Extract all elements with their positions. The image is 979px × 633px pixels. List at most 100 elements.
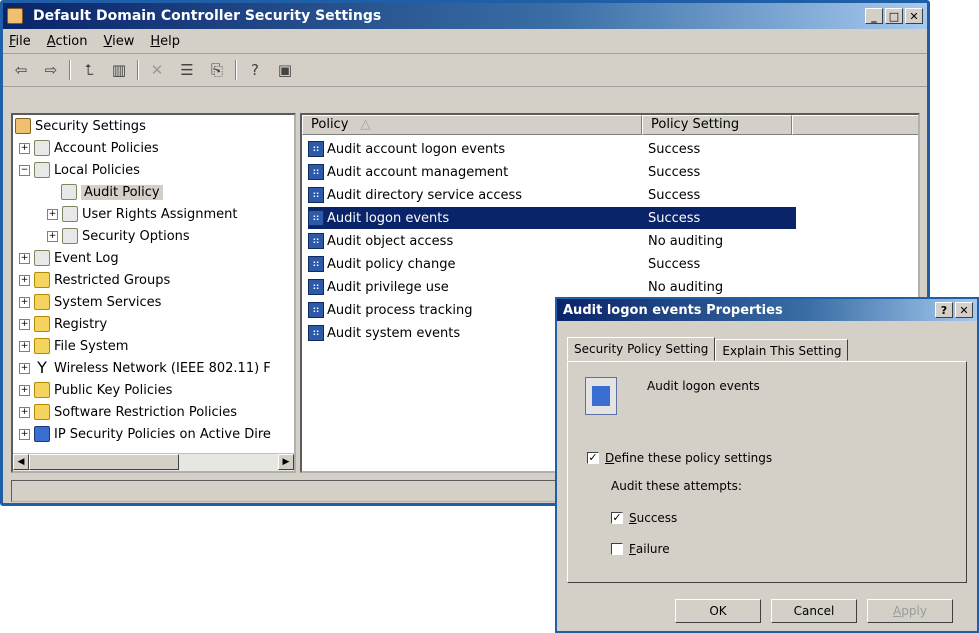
table-row-selected[interactable]: :: Audit logon events Success: [308, 207, 796, 229]
expand-icon[interactable]: +: [47, 230, 58, 242]
security-settings-icon: [7, 8, 23, 24]
tree-item-file-system[interactable]: + File System: [19, 335, 128, 357]
table-row[interactable]: :: Audit account logon events Success: [308, 138, 796, 160]
audit-policy-icon: ::: [308, 164, 324, 180]
expand-icon[interactable]: +: [19, 340, 30, 352]
scroll-right-arrow-icon[interactable]: ▶: [278, 454, 294, 470]
define-policy-checkbox-row[interactable]: ✓ Define these policy settings: [587, 451, 772, 465]
collapse-icon[interactable]: −: [19, 164, 30, 176]
tree-item-security-options[interactable]: + Security Options: [47, 225, 190, 247]
audit-policy-icon: ::: [308, 256, 324, 272]
window-title: Default Domain Controller Security Setti…: [33, 8, 382, 24]
tree-item-account-policies[interactable]: + Account Policies: [19, 137, 159, 159]
table-row[interactable]: :: Audit privilege use No auditing: [308, 276, 796, 298]
expand-icon[interactable]: +: [19, 274, 30, 286]
expand-icon[interactable]: +: [19, 142, 30, 154]
ok-button[interactable]: OK: [675, 599, 761, 623]
back-arrow-icon[interactable]: ⇦: [9, 59, 33, 81]
policy-document-icon: [585, 377, 617, 415]
cancel-button[interactable]: Cancel: [771, 599, 857, 623]
expand-icon[interactable]: +: [19, 296, 30, 308]
scroll-left-arrow-icon[interactable]: ◀: [13, 454, 29, 470]
action-pane-icon[interactable]: ▣: [273, 59, 297, 81]
success-checkbox-row[interactable]: ✓ Success: [611, 511, 677, 525]
close-button[interactable]: ✕: [905, 8, 923, 24]
tab-security-policy-setting[interactable]: Security Policy Setting: [567, 337, 716, 361]
tree-item-restricted-groups[interactable]: + Restricted Groups: [19, 269, 170, 291]
menu-file[interactable]: File: [9, 34, 31, 49]
help-button[interactable]: ?: [935, 302, 953, 318]
dialog-title: Audit logon events Properties: [563, 302, 783, 318]
toolbar: ⇦ ⇨ ⮤ ▥ ✕ ☰ ⎘ ? ▣: [3, 54, 927, 87]
help-icon[interactable]: ?: [243, 59, 267, 81]
ip-security-icon: [34, 426, 50, 442]
scroll-thumb[interactable]: [29, 454, 179, 470]
tab-explain-this-setting[interactable]: Explain This Setting: [715, 339, 849, 361]
properties-dialog: Audit logon events Properties ? ✕ Securi…: [555, 297, 979, 633]
menu-view[interactable]: View: [104, 34, 135, 49]
folder-icon: [34, 382, 50, 398]
security-settings-icon: [15, 118, 31, 134]
expand-icon[interactable]: +: [19, 252, 30, 264]
menu-help[interactable]: Help: [150, 34, 180, 49]
policy-folder-icon: [34, 250, 50, 266]
audit-policy-icon: ::: [308, 279, 324, 295]
table-row[interactable]: :: Audit policy change Success: [308, 253, 796, 275]
expand-icon[interactable]: +: [19, 428, 30, 440]
dialog-tabs: Security Policy Setting Explain This Set…: [567, 337, 849, 361]
failure-checkbox-row[interactable]: Failure: [611, 542, 670, 556]
policy-folder-icon: [62, 206, 78, 222]
table-row[interactable]: :: Audit directory service access Success: [308, 184, 796, 206]
properties-icon[interactable]: ☰: [175, 59, 199, 81]
tree-item-security-settings[interactable]: Security Settings: [15, 115, 146, 137]
column-header-empty: [792, 115, 918, 135]
policy-folder-icon: [62, 228, 78, 244]
policy-name-label: Audit logon events: [647, 379, 760, 393]
expand-icon[interactable]: +: [19, 384, 30, 396]
minimize-button[interactable]: _: [865, 8, 883, 24]
export-list-icon[interactable]: ⎘: [205, 59, 229, 81]
column-header-policy-setting[interactable]: Policy Setting: [642, 115, 792, 135]
forward-arrow-icon[interactable]: ⇨: [39, 59, 63, 81]
dialog-close-button[interactable]: ✕: [955, 302, 973, 318]
show-hide-tree-icon[interactable]: ▥: [107, 59, 131, 81]
delete-icon[interactable]: ✕: [145, 59, 169, 81]
console-tree[interactable]: Security Settings + Account Policies − L…: [11, 113, 296, 473]
policy-folder-icon: [34, 140, 50, 156]
tree-item-audit-policy[interactable]: Audit Policy: [61, 181, 163, 203]
main-titlebar[interactable]: Default Domain Controller Security Setti…: [3, 3, 927, 29]
define-policy-checkbox[interactable]: ✓: [587, 452, 599, 464]
tree-horizontal-scrollbar[interactable]: ◀ ▶: [13, 453, 294, 471]
audit-policy-icon: ::: [308, 141, 324, 157]
failure-checkbox[interactable]: [611, 543, 623, 555]
lock-folder-icon: [34, 272, 50, 288]
audit-policy-icon: ::: [308, 210, 324, 226]
expand-icon[interactable]: +: [19, 406, 30, 418]
tree-item-user-rights-assignment[interactable]: + User Rights Assignment: [47, 203, 237, 225]
lock-folder-icon: [34, 294, 50, 310]
expand-icon[interactable]: +: [19, 318, 30, 330]
tree-item-ip-security-policies[interactable]: + IP Security Policies on Active Dire: [19, 423, 271, 445]
success-checkbox[interactable]: ✓: [611, 512, 623, 524]
maximize-button[interactable]: □: [885, 8, 903, 24]
apply-button[interactable]: Apply: [867, 599, 953, 623]
column-header-policy[interactable]: Policy △: [302, 115, 642, 135]
toolbar-separator: [137, 60, 139, 80]
audit-policy-icon: ::: [308, 325, 324, 341]
tree-item-software-restriction-policies[interactable]: + Software Restriction Policies: [19, 401, 237, 423]
antenna-icon: Y: [37, 358, 47, 377]
expand-icon[interactable]: +: [47, 208, 58, 220]
table-row[interactable]: :: Audit account management Success: [308, 161, 796, 183]
tree-item-registry[interactable]: + Registry: [19, 313, 107, 335]
tree-item-system-services[interactable]: + System Services: [19, 291, 161, 313]
tree-item-event-log[interactable]: + Event Log: [19, 247, 119, 269]
sort-ascending-icon: △: [360, 117, 371, 132]
tree-item-local-policies[interactable]: − Local Policies: [19, 159, 140, 181]
up-one-level-icon[interactable]: ⮤: [77, 59, 101, 81]
menu-action[interactable]: Action: [47, 34, 88, 49]
table-row[interactable]: :: Audit object access No auditing: [308, 230, 796, 252]
expand-icon[interactable]: +: [19, 362, 30, 374]
tree-item-wireless-network[interactable]: + Y Wireless Network (IEEE 802.11) F: [19, 357, 271, 379]
dialog-titlebar[interactable]: Audit logon events Properties ? ✕: [557, 299, 977, 321]
tree-item-public-key-policies[interactable]: + Public Key Policies: [19, 379, 172, 401]
